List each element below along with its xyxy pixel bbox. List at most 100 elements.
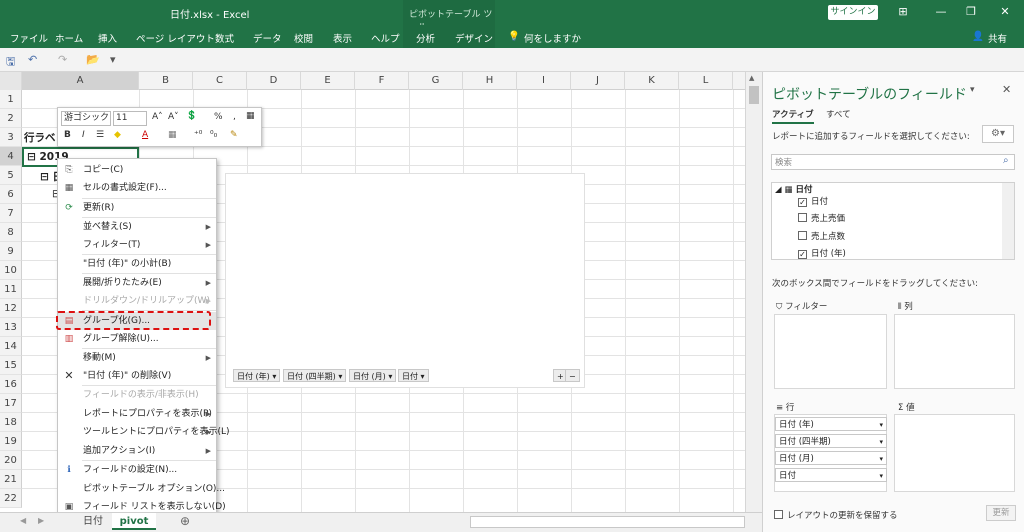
dropdown-icon[interactable]: ▾ [879,452,883,466]
field-item[interactable]: ✓ 日付 (年) [798,248,888,261]
menu-item-report-properties[interactable]: レポートにプロパティを表示(P) ▶ [58,405,216,423]
table-format-icon[interactable]: ▦ [246,111,255,121]
sheet-tab-pivot[interactable]: pivot [112,513,156,530]
row-header[interactable]: 14 [0,337,22,356]
accounting-format-icon[interactable]: 💲 [186,111,197,121]
font-name-box[interactable]: 游ゴシック [61,111,111,126]
row-header[interactable]: 16 [0,375,22,394]
save-icon[interactable]: 🖫 [6,53,15,72]
tab-formulas[interactable]: 数式 [215,31,234,45]
row-field-chip[interactable]: 日付 (四半期) ▾ [775,434,887,448]
chart-field-button-month[interactable]: 日付 (月) ▾ [349,369,397,382]
column-header-b[interactable]: B [139,72,193,90]
shrink-font-icon[interactable]: A˅ [168,112,179,122]
column-header-l[interactable]: L [679,72,733,90]
chart-field-button-quarter[interactable]: 日付 (四半期) ▾ [283,369,347,382]
select-all-corner[interactable] [0,72,22,90]
row-header[interactable]: 19 [0,432,22,451]
checkbox-unchecked-icon[interactable] [798,231,807,240]
customize-qat-icon[interactable]: ▾ [110,53,116,66]
comma-style-icon[interactable]: , [233,112,236,122]
chart-collapse-button[interactable]: − [565,369,580,382]
row-field-chip[interactable]: 日付 (月) ▾ [775,451,887,465]
grow-font-icon[interactable]: A˄ [152,112,163,122]
menu-item-pivot-options[interactable]: ピボットテーブル オプション(O)... [58,480,225,498]
row-header[interactable]: 8 [0,223,22,242]
row-header[interactable]: 1 [0,90,22,109]
column-header-h[interactable]: H [463,72,517,90]
next-sheet-icon[interactable]: ▶ [38,516,44,525]
menu-item-show-hide-fields[interactable]: フィールドの表示/非表示(H) [58,386,216,404]
dropdown-icon[interactable]: ▾ [879,435,883,449]
scroll-up-icon[interactable]: ▲ [749,74,754,82]
tab-data[interactable]: データ [253,31,282,45]
column-header-g[interactable]: G [409,72,463,90]
tab-all[interactable]: すべて [826,108,851,120]
defer-update-row[interactable]: レイアウトの更新を保留する [774,509,898,521]
field-item[interactable]: 売上売価 [798,213,888,226]
cell-a3[interactable]: 行ラベ [24,130,56,145]
row-header[interactable]: 17 [0,394,22,413]
row-header[interactable]: 6 [0,185,22,204]
menu-item-remove-field[interactable]: ✕ "日付 (年)" の削除(V) [58,367,216,385]
pivot-chart-area[interactable] [225,173,585,388]
menu-item-additional-actions[interactable]: 追加アクション(I) ▶ [58,442,216,460]
undo-icon[interactable]: ↶ [28,53,37,66]
close-icon[interactable]: ✕ [997,5,1013,19]
open-icon[interactable]: 📂 [86,53,100,66]
column-header-c[interactable]: C [193,72,247,90]
menu-item-tooltip-properties[interactable]: ツールヒントにプロパティを表示(L) ▶ [58,423,230,441]
horizontal-scrollbar[interactable] [470,516,745,528]
menu-item-format-cells[interactable]: ▦ セルの書式設定(F)... [58,179,216,197]
row-header[interactable]: 22 [0,489,22,508]
row-header[interactable]: 12 [0,299,22,318]
checkbox-checked-icon[interactable]: ✓ [798,250,807,259]
tab-insert[interactable]: 挿入 [98,31,117,45]
row-field-chip[interactable]: 日付 (年) ▾ [775,417,887,431]
menu-item-field-settings[interactable]: ℹ フィールドの設定(N)... [58,461,216,479]
row-header[interactable]: 15 [0,356,22,375]
menu-item-expand-collapse[interactable]: 展開/折りたたみ(E) ▶ [58,274,216,292]
bold-icon[interactable]: B [64,130,71,140]
row-header[interactable]: 11 [0,280,22,299]
dropdown-icon[interactable]: ▾ [879,418,883,432]
font-color-icon[interactable]: A [142,130,148,140]
columns-drop-area[interactable] [894,314,1015,389]
menu-item-move[interactable]: 移動(M) ▶ [58,349,216,367]
field-item[interactable]: 売上点数 [798,231,888,244]
column-header-e[interactable]: E [301,72,355,90]
italic-icon[interactable]: I [82,130,85,140]
pane-close-icon[interactable]: ✕ [1002,83,1011,96]
add-sheet-icon[interactable]: ⊕ [180,514,190,528]
signin-button[interactable]: サインイン [828,5,878,20]
menu-item-subtotal[interactable]: "日付 (年)" の小計(B) [58,255,216,273]
menu-item-refresh[interactable]: ⟳ 更新(R) [58,199,216,217]
row-header[interactable]: 21 [0,470,22,489]
menu-item-copy[interactable]: ⎘ コピー(C) [58,161,216,179]
row-header[interactable]: 20 [0,451,22,470]
decrease-decimal-icon[interactable]: ⁰₀ [210,130,217,140]
menu-item-ungroup[interactable]: ▥ グループ解除(U)... [58,330,216,348]
percent-style-icon[interactable]: % [214,112,223,122]
column-header-i[interactable]: I [517,72,571,90]
tab-review[interactable]: 校閲 [294,31,313,45]
sheet-tab-date[interactable]: 日付 [76,513,110,530]
dropdown-icon[interactable]: ▾ [879,469,883,483]
tab-home[interactable]: ホーム [55,31,83,45]
share-button[interactable]: 共有 [988,31,1007,45]
tab-view[interactable]: 表示 [333,31,352,45]
borders-icon[interactable]: ▦ [168,130,177,140]
filter-drop-area[interactable] [774,314,887,389]
column-header-k[interactable]: K [625,72,679,90]
font-size-box[interactable]: 11 [113,111,147,126]
row-header[interactable]: 5 [0,166,22,185]
field-search-input[interactable]: 検索 [771,154,1015,170]
update-button[interactable]: 更新 [986,505,1016,521]
chart-field-button-date[interactable]: 日付 ▾ [398,369,429,382]
row-field-chip[interactable]: 日付 ▾ [775,468,887,482]
menu-item-filter[interactable]: フィルター(T) ▶ [58,236,216,254]
field-list-scrollbar[interactable] [1002,183,1014,259]
row-header[interactable]: 2 [0,109,22,128]
tab-help[interactable]: ヘルプ [371,31,400,45]
scroll-thumb[interactable] [749,86,759,104]
